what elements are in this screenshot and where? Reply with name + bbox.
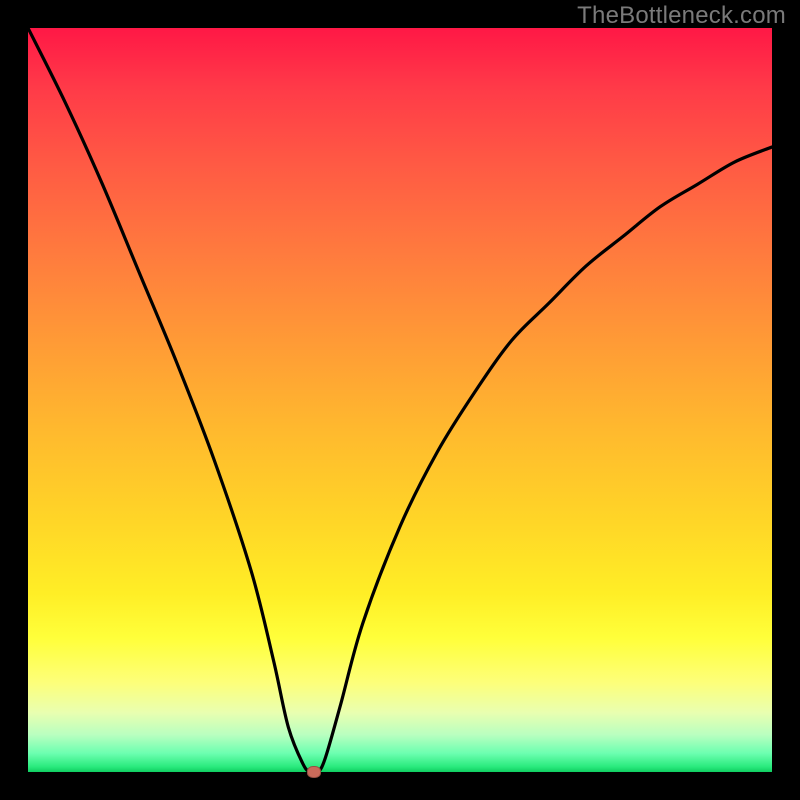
- bottleneck-curve: [28, 28, 772, 772]
- minimum-marker: [307, 766, 321, 778]
- chart-frame: TheBottleneck.com: [0, 0, 800, 800]
- watermark-text: TheBottleneck.com: [577, 2, 786, 30]
- plot-area: [28, 28, 772, 772]
